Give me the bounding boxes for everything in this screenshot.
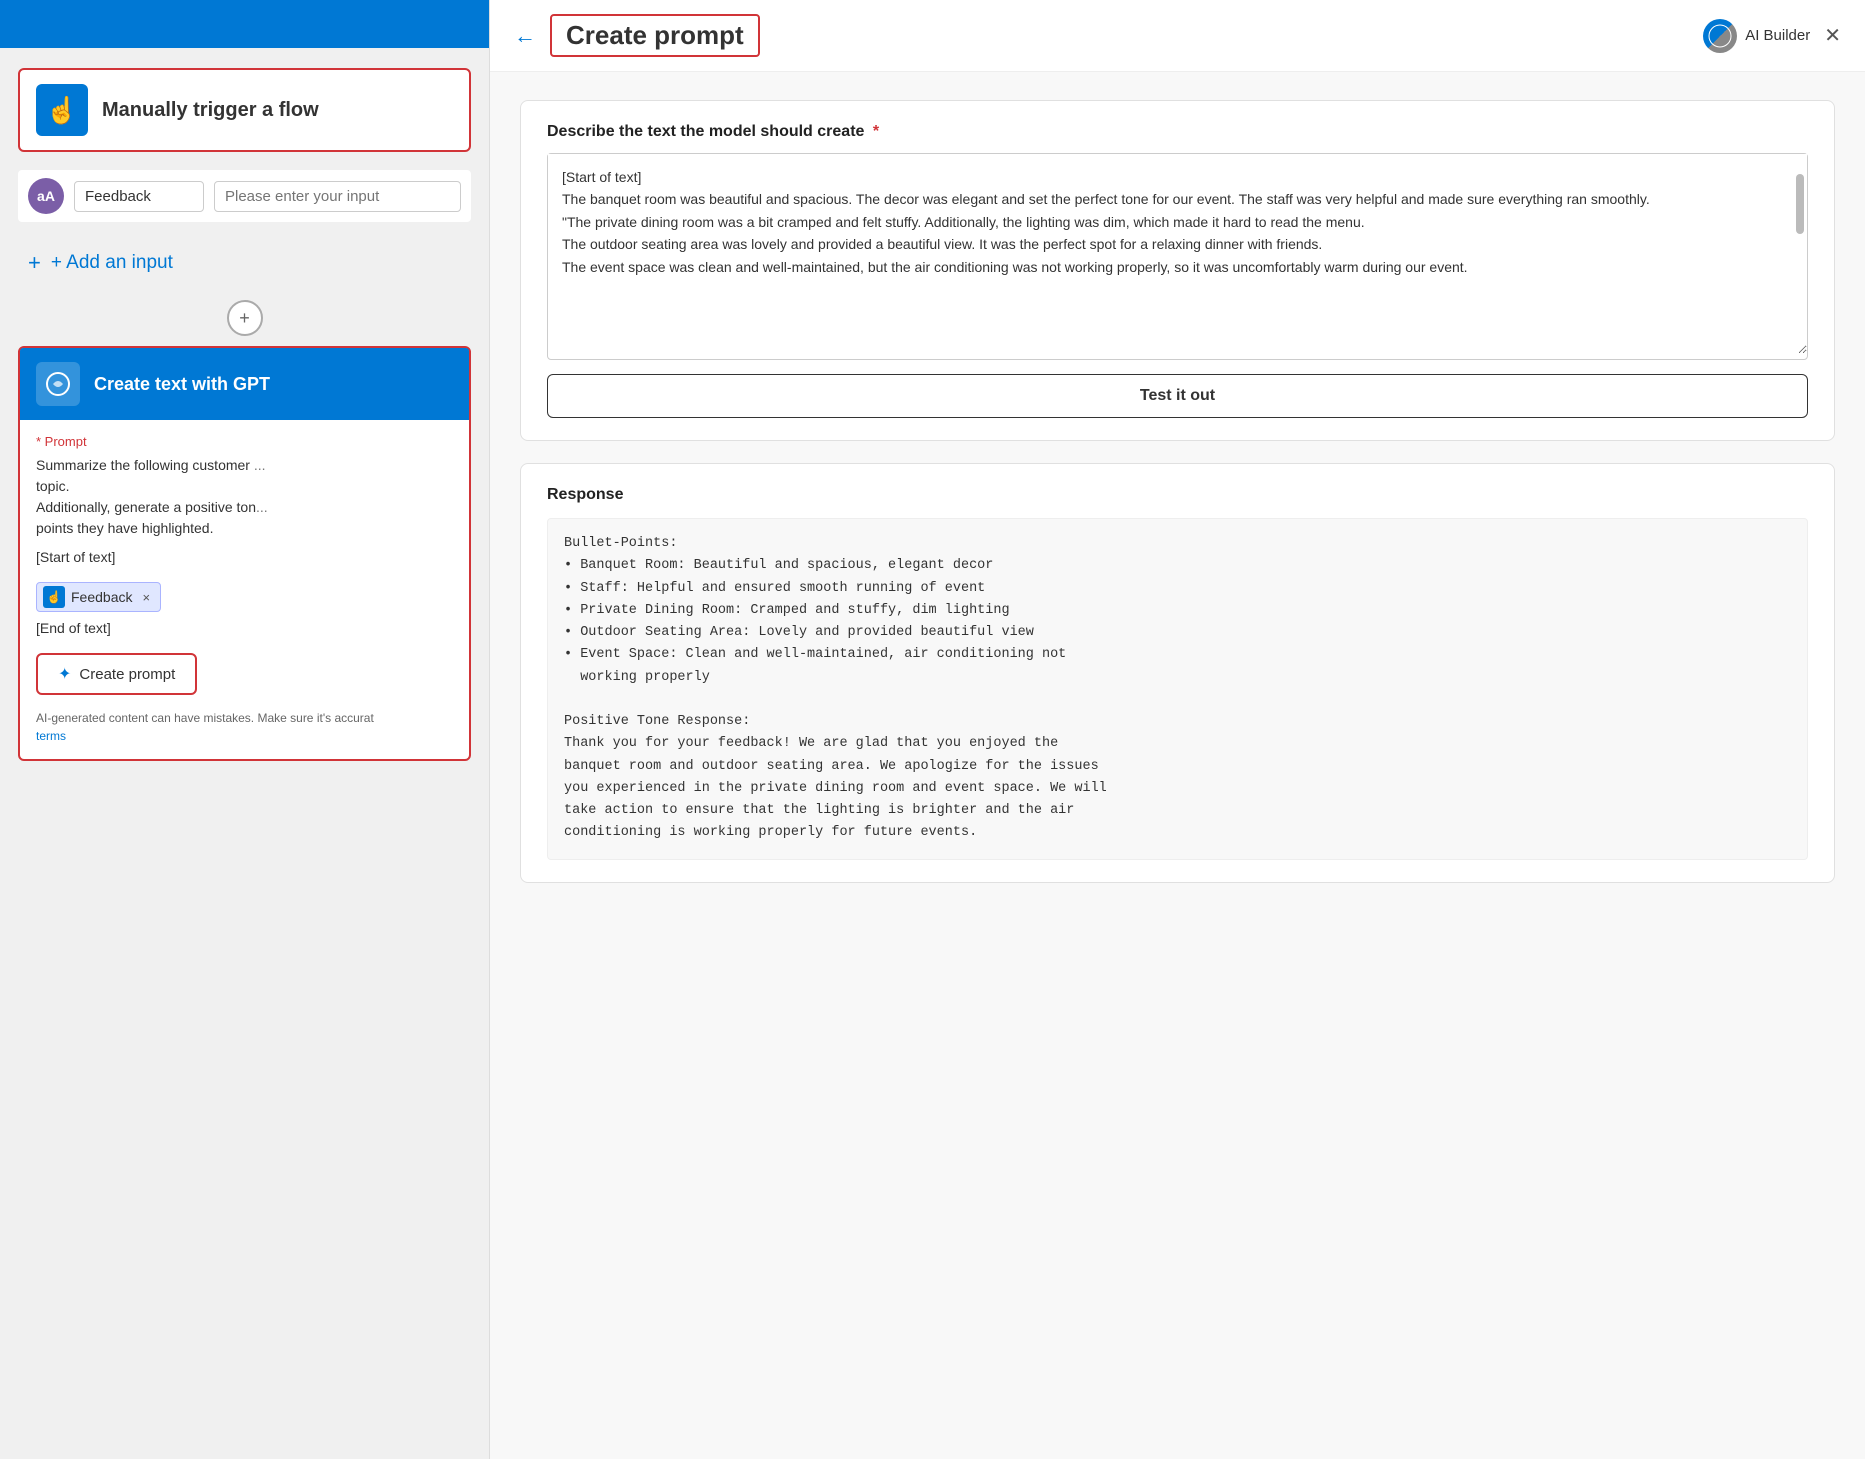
trigger-block[interactable]: ☝ Manually trigger a flow [18,68,471,152]
trigger-icon: ☝ [36,84,88,136]
sparkle-icon: ✦ [58,664,71,684]
prompt-text: Summarize the following customer ... top… [36,455,453,539]
gpt-icon [36,362,80,406]
trigger-title: Manually trigger a flow [102,99,319,122]
prompt-label: * Prompt [36,434,453,449]
ai-builder-logo: AI Builder [1703,19,1810,53]
response-section: Response Bullet-Points: • Banquet Room: … [520,463,1835,883]
response-text: Bullet-Points: • Banquet Room: Beautiful… [547,518,1808,860]
create-prompt-label: Create prompt [79,666,175,683]
feedback-tag-remove[interactable]: × [142,590,150,605]
test-it-out-button[interactable]: Test it out [547,374,1808,418]
avatar: aA [28,178,64,214]
describe-label: Describe the text the model should creat… [547,123,1808,141]
add-input-label: + Add an input [51,252,173,274]
ai-builder-text: AI Builder [1745,27,1810,44]
left-content: ☝ Manually trigger a flow aA + + Add an … [0,48,489,1459]
describe-textarea-wrapper [547,153,1808,360]
add-input-row[interactable]: + + Add an input [18,236,471,290]
scrollbar-thumb [1796,174,1804,234]
end-text: [End of text] [36,618,453,639]
right-header: ← Create prompt AI Builder ✕ [490,0,1865,72]
right-body: Describe the text the model should creat… [490,72,1865,1459]
ai-builder-icon [1703,19,1737,53]
describe-textarea[interactable] [548,154,1807,354]
describe-section: Describe the text the model should creat… [520,100,1835,441]
gpt-body: * Prompt Summarize the following custome… [20,420,469,759]
connector-area: + [18,290,471,346]
create-prompt-button[interactable]: ✦ Create prompt [36,653,197,695]
ai-note: AI-generated content can have mistakes. … [36,709,453,745]
gpt-title: Create text with GPT [94,374,270,395]
feedback-tag-label: Feedback [71,589,132,605]
close-button[interactable]: ✕ [1824,23,1841,48]
header-right: AI Builder ✕ [1703,19,1841,53]
connector-circle[interactable]: + [227,300,263,336]
right-panel: ← Create prompt AI Builder ✕ [490,0,1865,1459]
feedback-row: aA [18,170,471,222]
back-button[interactable]: ← [514,23,536,49]
response-label: Response [547,486,1808,504]
required-marker: * [873,123,879,140]
placeholder-input[interactable] [214,181,461,212]
terms-link[interactable]: terms [36,729,66,743]
page-title: Create prompt [550,14,760,57]
left-panel: ☝ Manually trigger a flow aA + + Add an … [0,0,490,1459]
gpt-header[interactable]: Create text with GPT [20,348,469,420]
top-bar [0,0,489,48]
gpt-block: Create text with GPT * Prompt Summarize … [18,346,471,761]
start-text: [Start of text] [36,547,453,568]
feedback-input[interactable] [74,181,204,212]
add-input-icon: + [28,250,41,276]
feedback-tag-icon: ☝ [43,586,65,608]
feedback-tag[interactable]: ☝ Feedback × [36,582,161,612]
